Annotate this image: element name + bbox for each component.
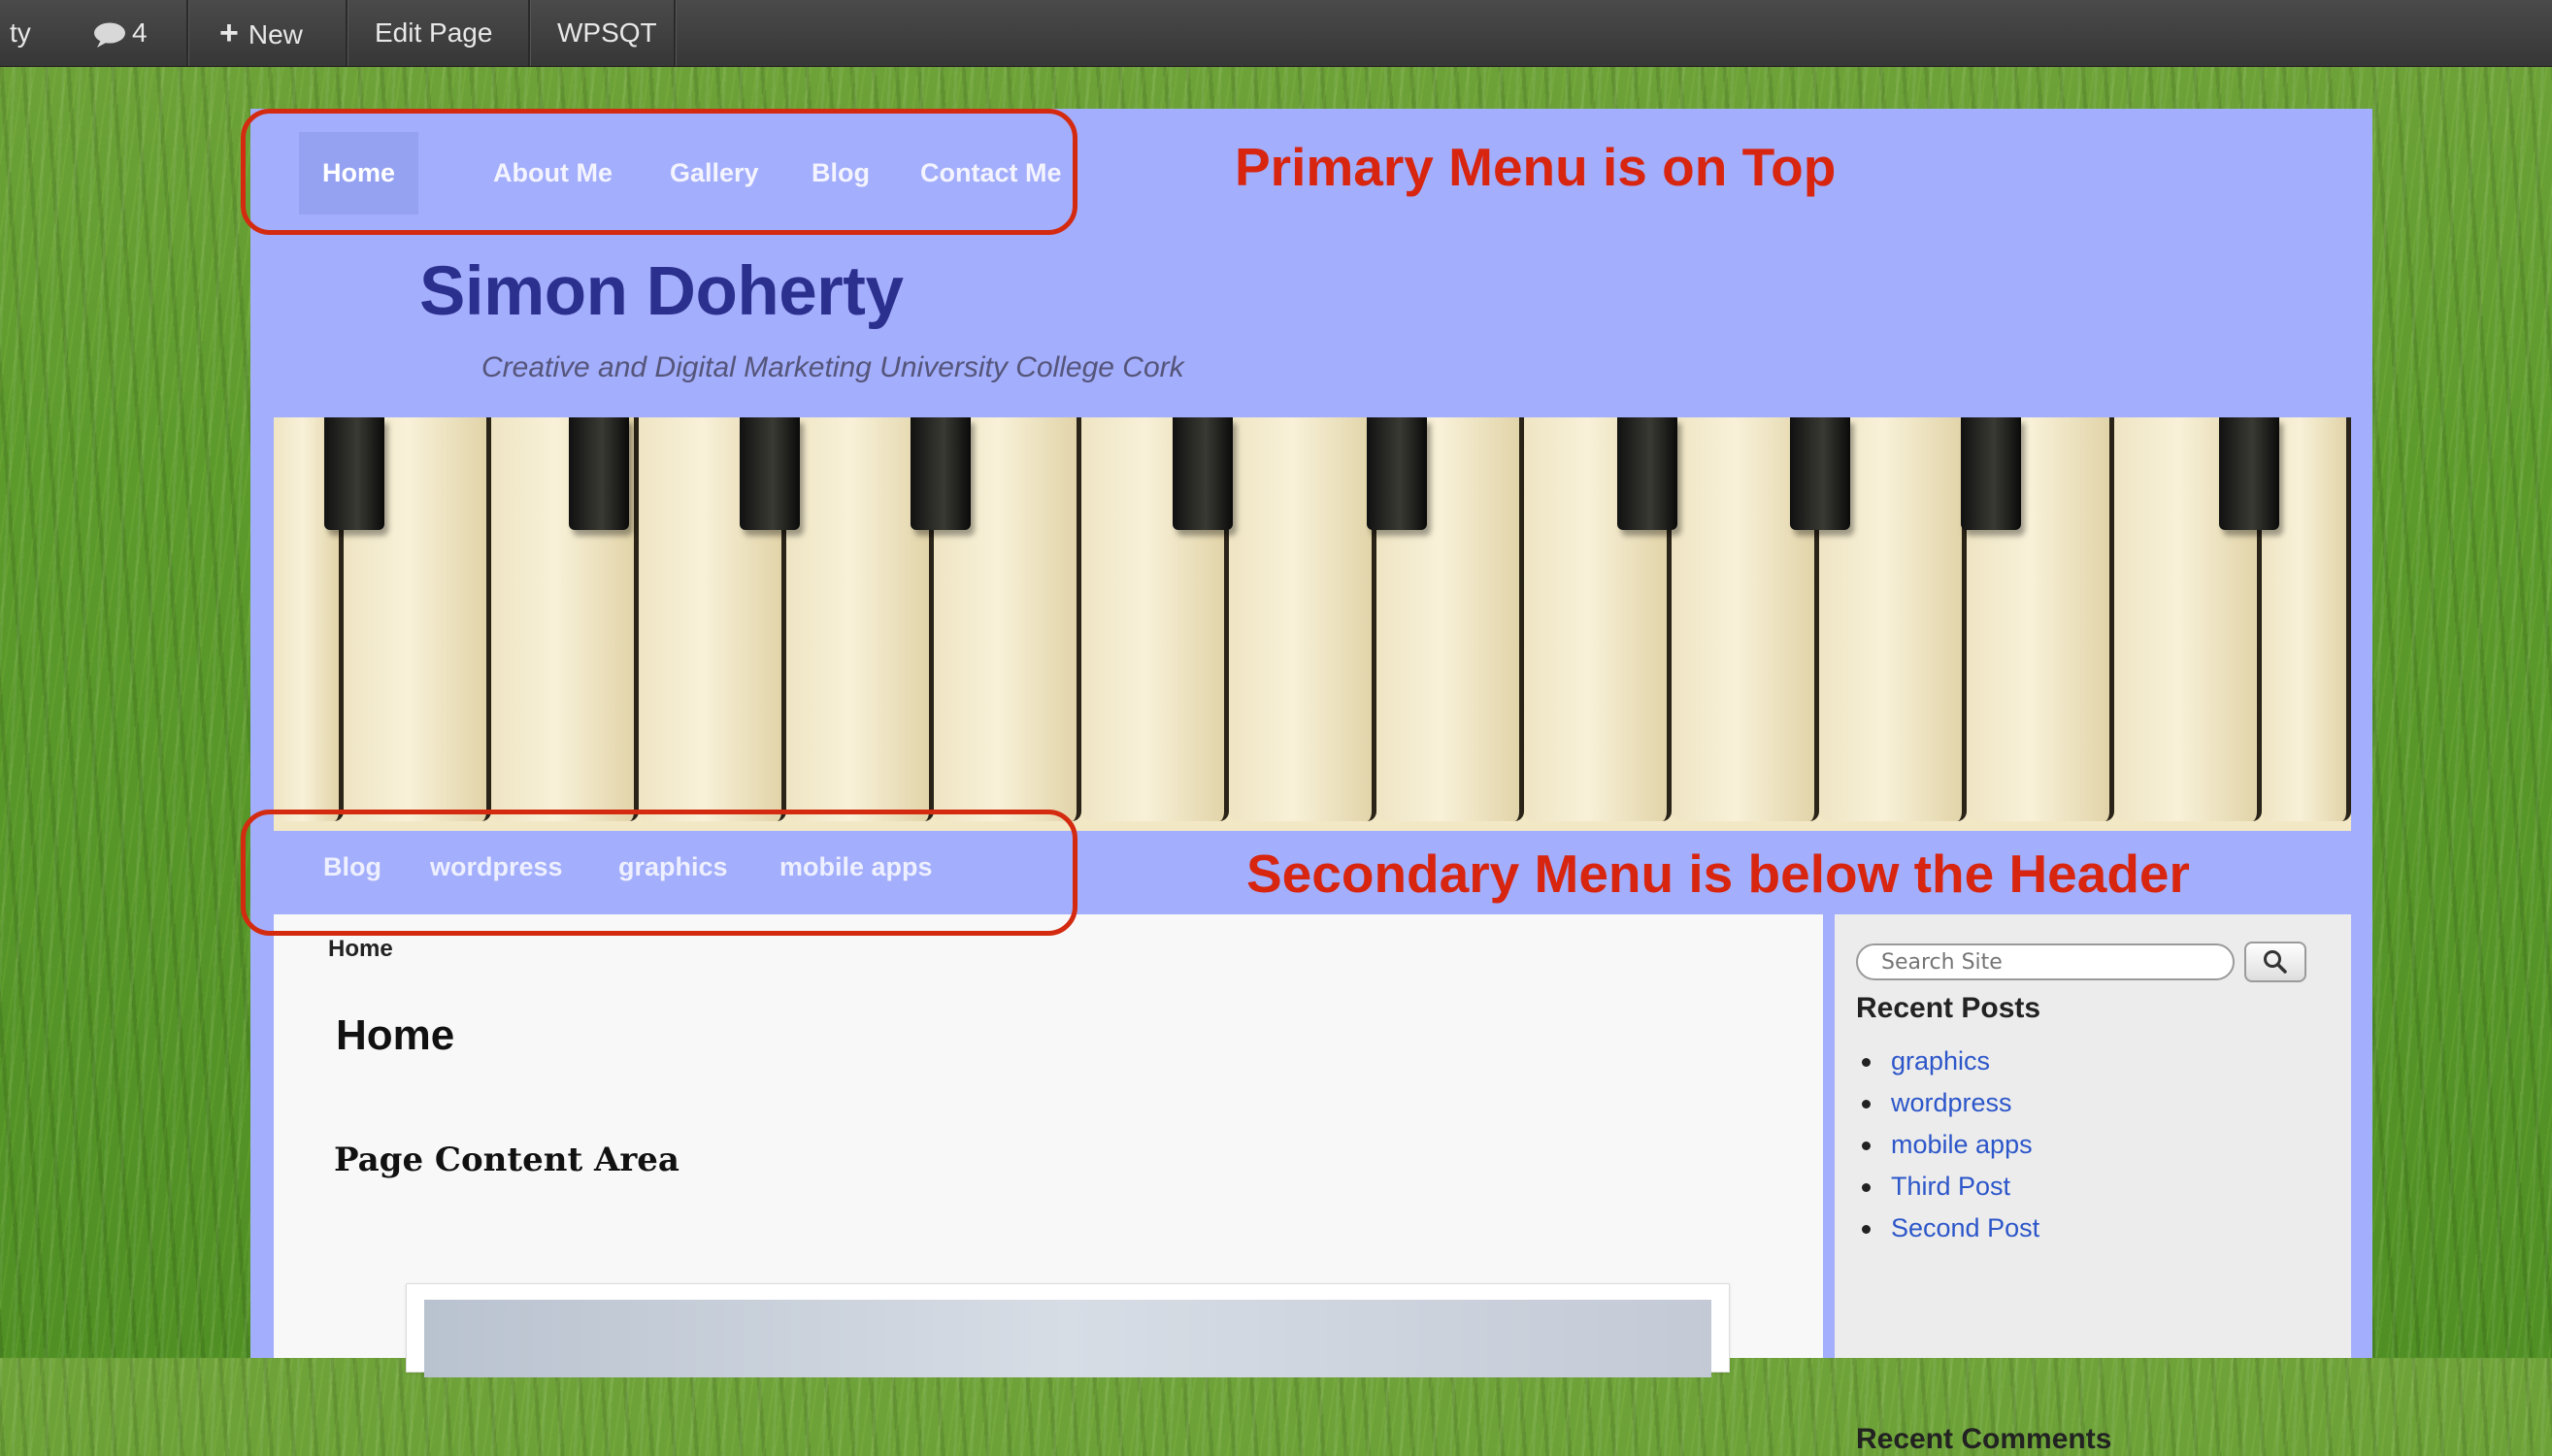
piano-black-key xyxy=(911,417,971,530)
admin-bar-comments[interactable]: 4 xyxy=(93,0,148,66)
piano-black-key xyxy=(1961,417,2021,530)
admin-bar-divider xyxy=(528,0,531,66)
comment-bubble-icon xyxy=(94,22,125,48)
primary-menu-callout xyxy=(241,109,1077,235)
piano-black-key xyxy=(2219,417,2279,530)
search-input[interactable] xyxy=(1856,943,2235,980)
new-label: New xyxy=(248,19,303,50)
recent-posts-list: graphics wordpress mobile apps Third Pos… xyxy=(1856,1041,2039,1249)
recent-post-link[interactable]: mobile apps xyxy=(1856,1124,2039,1166)
comments-count: 4 xyxy=(132,17,148,48)
recent-post-link[interactable]: graphics xyxy=(1856,1041,2039,1082)
admin-bar-site-name[interactable]: ty xyxy=(10,0,31,66)
breadcrumb[interactable]: Home xyxy=(328,936,393,963)
site-title[interactable]: Simon Doherty xyxy=(419,252,904,331)
piano-black-key xyxy=(1617,417,1677,530)
primary-menu-annotation: Primary Menu is on Top xyxy=(1235,137,1837,197)
page-wrapper: Home About Me Gallery Blog Contact Me Si… xyxy=(250,109,2372,1455)
piano-black-key xyxy=(324,417,384,530)
piano-white-key xyxy=(1229,417,1376,821)
recent-post-link[interactable]: wordpress xyxy=(1856,1082,2039,1124)
secondary-menu-annotation: Secondary Menu is below the Header xyxy=(1246,844,2190,904)
recent-posts-title: Recent Posts xyxy=(1856,992,2041,1024)
piano-black-key xyxy=(1367,417,1427,530)
secondary-menu-callout xyxy=(241,810,1077,936)
site-description: Creative and Digital Marketing Universit… xyxy=(481,351,1184,383)
admin-bar: ty 4 + New Edit Page WPSQT xyxy=(0,0,2552,67)
piano-black-key xyxy=(1173,417,1233,530)
admin-bar-divider xyxy=(674,0,677,66)
header-image xyxy=(274,417,2351,831)
search-button[interactable] xyxy=(2244,942,2306,982)
piano-black-key xyxy=(569,417,629,530)
piano-black-key xyxy=(740,417,800,530)
content-image-frame xyxy=(406,1283,1730,1377)
admin-bar-new[interactable]: + New xyxy=(219,0,303,66)
content-heading: Page Content Area xyxy=(334,1141,679,1179)
admin-bar-divider xyxy=(346,0,348,66)
admin-bar-wpsqt[interactable]: WPSQT xyxy=(557,0,657,66)
recent-comments-title: Recent Comments xyxy=(1856,1423,2112,1455)
piano-black-key xyxy=(1790,417,1850,530)
plus-icon: + xyxy=(219,15,239,51)
recent-post-link[interactable]: Third Post xyxy=(1856,1166,2039,1208)
search-icon xyxy=(2264,950,2287,974)
content-area: Home Home Page Content Area xyxy=(274,914,1823,1377)
page-title: Home xyxy=(336,1011,455,1059)
recent-post-link[interactable]: Second Post xyxy=(1856,1208,2039,1249)
admin-bar-edit-page[interactable]: Edit Page xyxy=(375,0,492,66)
sidebar: Recent Posts graphics wordpress mobile a… xyxy=(1835,914,2351,1455)
admin-bar-divider xyxy=(186,0,189,66)
content-image xyxy=(424,1300,1711,1377)
